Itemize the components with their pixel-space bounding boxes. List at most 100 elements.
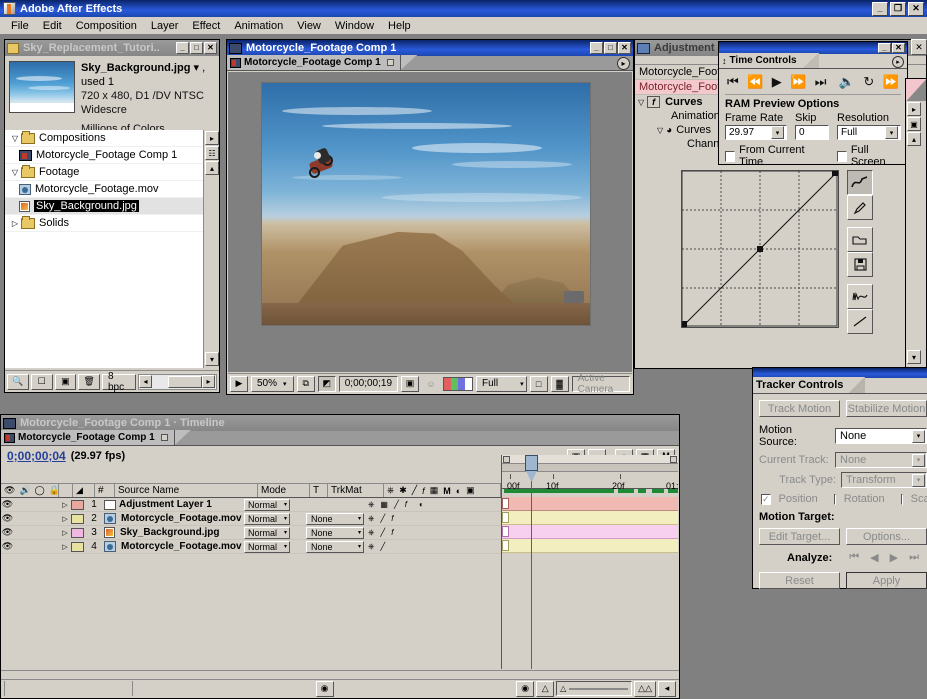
- tab-tracker-controls[interactable]: Tracker Controls: [753, 377, 850, 393]
- transparency-grid-icon[interactable]: ◩: [317, 375, 336, 392]
- menu-item-file[interactable]: File: [4, 19, 36, 33]
- full-screen-checkbox[interactable]: Full Screen: [836, 144, 901, 168]
- edit-target-button[interactable]: Edit Target...: [759, 528, 840, 545]
- hidden-panel-tab-sliver[interactable]: [906, 79, 926, 101]
- hidden-panel-menu-button[interactable]: ▸: [907, 102, 921, 116]
- project-close-button[interactable]: ✕: [204, 42, 217, 54]
- menu-item-view[interactable]: View: [290, 19, 328, 33]
- apply-button[interactable]: Apply: [846, 572, 927, 589]
- zoom-in-icon[interactable]: △△: [634, 680, 656, 697]
- layer-name[interactable]: Motorcycle_Footage.mov: [118, 513, 244, 524]
- fx-toggle[interactable]: f: [391, 528, 393, 538]
- layer-label-color[interactable]: [71, 499, 84, 510]
- layer-visibility-icon[interactable]: 👁: [1, 513, 14, 524]
- timeline-track-area[interactable]: 00f 10f 20f 01:00f: [501, 455, 678, 669]
- project-row-solids[interactable]: ▷ Solids: [5, 215, 203, 232]
- tab-motorcycle-footage-comp-1[interactable]: Motorcycle_Footage Comp 1: [227, 55, 401, 70]
- pencil-tool-icon[interactable]: [847, 195, 873, 220]
- composition-close-button[interactable]: ✕: [618, 42, 631, 54]
- collapse-toggle[interactable]: ▦: [380, 500, 388, 510]
- preview-resolution-select[interactable]: Full ▾: [837, 125, 901, 140]
- timeline-tab-menu-icon[interactable]: [160, 434, 168, 441]
- stabilize-motion-button[interactable]: Stabilize Motion: [846, 400, 927, 417]
- blend-mode-select[interactable]: Normal ▾: [244, 526, 290, 539]
- layer-twirl-icon[interactable]: ▷: [59, 529, 71, 537]
- quality-toggle[interactable]: ╱: [380, 542, 385, 552]
- layer-twirl-icon[interactable]: ▷: [59, 501, 71, 509]
- grabber-icon[interactable]: ↕: [722, 56, 727, 66]
- hidden-panel-scroll-down[interactable]: ▾: [907, 350, 921, 364]
- twirl-icon-compositions[interactable]: ▽: [9, 134, 21, 143]
- motion-source-select[interactable]: None ▾: [835, 428, 927, 444]
- menu-item-animation[interactable]: Animation: [227, 19, 290, 33]
- linear-curve-icon[interactable]: [847, 309, 873, 334]
- position-checkbox[interactable]: ✓: [761, 493, 771, 505]
- source-name-header[interactable]: Source Name: [115, 484, 258, 497]
- delete-icon[interactable]: 🗑: [78, 373, 100, 390]
- layer-label-color[interactable]: [71, 527, 84, 538]
- blend-mode-select[interactable]: Normal ▾: [244, 540, 290, 553]
- checkbox-unchecked-icon[interactable]: [725, 150, 736, 162]
- layer-bar-motorcycle-1[interactable]: [502, 511, 678, 525]
- time-controls-close-button[interactable]: ✕: [892, 43, 905, 53]
- new-composition-icon[interactable]: ▣: [54, 373, 77, 390]
- current-time-display[interactable]: 0;00;00;19: [338, 375, 398, 392]
- table-row[interactable]: 👁 ▷ 4 Motorcycle_Footage.mov Normal ▾ Non…: [1, 540, 501, 554]
- project-scroll-up-button[interactable]: ▴: [205, 161, 219, 175]
- panel-menu-icon[interactable]: ▸: [617, 57, 630, 70]
- composition-maximize-button[interactable]: □: [604, 42, 617, 54]
- current-track-select[interactable]: None ▾: [835, 452, 927, 468]
- menu-item-composition[interactable]: Composition: [69, 19, 144, 33]
- magnification-select[interactable]: 50% ▾: [251, 375, 294, 392]
- twirl-icon-solids[interactable]: ▷: [9, 219, 21, 228]
- menu-item-help[interactable]: Help: [381, 19, 418, 33]
- shy-toggle[interactable]: ⎈: [368, 500, 374, 510]
- layer-label-color[interactable]: [71, 513, 84, 524]
- layer-twirl-icon[interactable]: ▷: [59, 515, 71, 523]
- project-maximize-button[interactable]: □: [190, 42, 203, 54]
- timeline-scroll-thumb-right[interactable]: ◉: [516, 680, 535, 697]
- twirl-down-icon-2[interactable]: ▽: [657, 126, 663, 135]
- layer-visibility-icon[interactable]: 👁: [1, 499, 14, 510]
- project-scroll-down-button[interactable]: ▾: [205, 352, 219, 366]
- chevron-down-icon-2[interactable]: ▾: [885, 126, 898, 139]
- timeline-current-time[interactable]: 0;00;00;04: [7, 449, 66, 463]
- curves-graph[interactable]: [681, 170, 839, 328]
- from-current-time-checkbox[interactable]: From Current Time: [725, 144, 823, 168]
- track-motion-button[interactable]: Track Motion: [759, 400, 840, 417]
- quality-toggle[interactable]: ╱: [380, 528, 385, 538]
- time-marker-handle[interactable]: [525, 455, 538, 471]
- hidden-panel-close-button[interactable]: ✕: [911, 39, 927, 55]
- snapshot-icon[interactable]: ▣: [401, 375, 419, 392]
- project-item-list[interactable]: ▽ Compositions Motorcycle_Footage Comp 1…: [5, 130, 203, 368]
- scroll-thumb[interactable]: [167, 375, 202, 388]
- prev-frame-icon[interactable]: ⏪: [747, 74, 763, 90]
- analyze-back-one-icon[interactable]: ⏮: [849, 551, 859, 564]
- time-controls-minimize-button[interactable]: _: [878, 43, 891, 53]
- quality-toggle[interactable]: ╱: [380, 514, 385, 524]
- composition-canvas[interactable]: [228, 72, 632, 372]
- frame-rate-select[interactable]: 29.97 ▾: [725, 125, 787, 140]
- layer-label-color[interactable]: [71, 541, 84, 552]
- audio-icon[interactable]: 🔈: [839, 74, 855, 90]
- layer-bar-sky-background[interactable]: [502, 525, 678, 539]
- region-of-interest-icon[interactable]: ⧉: [296, 375, 315, 392]
- chevron-down-icon-current-track[interactable]: ▾: [912, 453, 925, 467]
- smooth-curve-icon[interactable]: [847, 284, 873, 309]
- project-row-motorcycle-mov[interactable]: Motorcycle_Footage.mov: [5, 181, 203, 198]
- hidden-panel-scroll-up[interactable]: ▴: [907, 132, 921, 146]
- menu-item-window[interactable]: Window: [328, 19, 381, 33]
- project-minimize-button[interactable]: _: [176, 42, 189, 54]
- scroll-right-icon[interactable]: ▸: [201, 375, 215, 388]
- restore-button[interactable]: ❐: [890, 1, 906, 16]
- project-row-motorcycle-comp[interactable]: Motorcycle_Footage Comp 1: [5, 147, 203, 164]
- resolution-select[interactable]: Full ▾: [476, 375, 527, 392]
- hidden-panel-option-button[interactable]: ▣: [907, 117, 921, 131]
- play-icon[interactable]: ▶: [772, 74, 782, 90]
- scale-checkbox[interactable]: [900, 493, 903, 505]
- fx-toggle[interactable]: f: [405, 500, 407, 510]
- track-matte-select[interactable]: None ▾: [306, 540, 364, 553]
- shy-toggle[interactable]: ⎈: [368, 514, 374, 524]
- checkbox-unchecked-icon-2[interactable]: [836, 150, 847, 162]
- timeline-graph-editor-icon[interactable]: ◂: [658, 680, 676, 697]
